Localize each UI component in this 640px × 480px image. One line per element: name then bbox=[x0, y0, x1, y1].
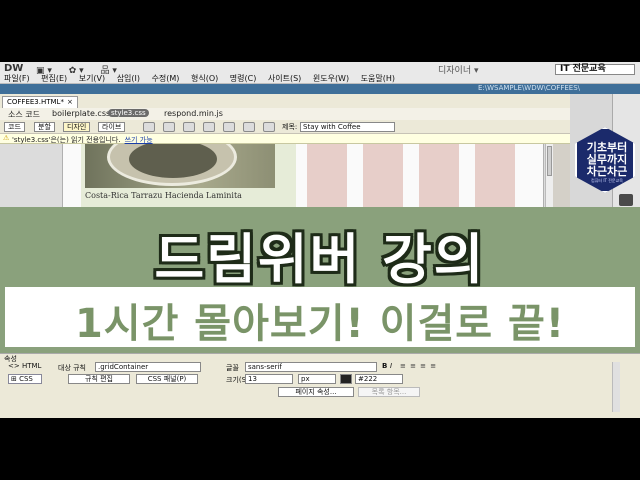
file-management-icon[interactable] bbox=[183, 122, 195, 132]
design-view[interactable]: Costa-Rica Tarrazu Hacienda Laminita bbox=[0, 144, 553, 210]
italic-button[interactable]: I bbox=[390, 362, 392, 370]
w3c-validation-icon[interactable] bbox=[203, 122, 215, 132]
menu-view[interactable]: 보기(V) bbox=[79, 74, 105, 83]
list-item-button[interactable]: 목록 항목... bbox=[358, 387, 420, 397]
color-swatch[interactable] bbox=[340, 374, 352, 384]
font-select[interactable]: sans-serif bbox=[245, 362, 377, 372]
code-view-button[interactable]: 코드 bbox=[4, 122, 25, 132]
path-bar: E:\WSAMPLE\WDW\COFFEES\ bbox=[0, 84, 640, 94]
info-message-text: 'style3.css'은(는) 읽기 전용입니다. bbox=[12, 136, 121, 144]
menu-help[interactable]: 도움말(H) bbox=[361, 74, 395, 83]
unit-select[interactable]: px bbox=[298, 374, 336, 384]
document-tabs: COFFEE3.HTML* × bbox=[0, 94, 570, 108]
visual-aids-icon[interactable] bbox=[243, 122, 255, 132]
menu-bar: DW ▣ ▾ ✿ ▾ 品 ▾ 디자이너 ▾ IT 전문교육 파일(F) 편집(E… bbox=[0, 62, 640, 84]
title-label: 제목: bbox=[282, 123, 298, 131]
grid-column-photo[interactable]: Costa-Rica Tarrazu Hacienda Laminita bbox=[81, 144, 296, 210]
menu-insert[interactable]: 삽입(I) bbox=[117, 74, 140, 83]
close-icon[interactable]: × bbox=[67, 98, 73, 106]
menu-site[interactable]: 사이트(S) bbox=[268, 74, 301, 83]
course-tag: IT 전문교육 bbox=[555, 64, 635, 75]
scrollbar-thumb[interactable] bbox=[547, 146, 552, 176]
info-bar: ⚠ 'style3.css'은(는) 읽기 전용입니다. 쓰기 가능 bbox=[0, 134, 570, 144]
grid-column-guide bbox=[363, 144, 403, 210]
font-label: 글꼴 bbox=[226, 364, 239, 372]
badge-line-3: 차근차근 bbox=[586, 165, 628, 178]
file-path: E:\WSAMPLE\WDW\COFFEES\ bbox=[477, 84, 580, 92]
page-canvas[interactable]: Costa-Rica Tarrazu Hacienda Laminita bbox=[62, 144, 544, 210]
make-writable-link[interactable]: 쓰기 가능 bbox=[125, 136, 153, 144]
grid-column-guide bbox=[419, 144, 459, 210]
app-window: DW ▣ ▾ ✿ ▾ 品 ▾ 디자이너 ▾ IT 전문교육 파일(F) 편집(E… bbox=[0, 62, 640, 418]
edit-rule-button[interactable]: 규칙 편집 bbox=[68, 374, 130, 384]
headline-sub: 1시간 몰아보기! 이걸로 끝! bbox=[74, 301, 566, 347]
headline-sub-box: 1시간 몰아보기! 이걸로 끝! bbox=[5, 287, 635, 347]
related-file-boilerplate[interactable]: boilerplate.css bbox=[52, 109, 110, 118]
menu-edit[interactable]: 편집(E) bbox=[41, 74, 67, 83]
related-file-source[interactable]: 소스 코드 bbox=[8, 109, 40, 120]
related-file-respond[interactable]: respond.min.js bbox=[164, 109, 223, 118]
related-file-style3[interactable]: style3.css bbox=[108, 109, 149, 117]
warning-icon: ⚠ bbox=[3, 134, 10, 142]
grid-column-guide bbox=[307, 144, 347, 210]
align-icons[interactable]: ≡ ≡ ≡ ≡ bbox=[400, 362, 437, 370]
css-panel-button[interactable]: CSS 패널(P) bbox=[136, 374, 198, 384]
color-input[interactable]: #222 bbox=[355, 374, 403, 384]
multiscreen-icon[interactable] bbox=[143, 122, 155, 132]
coffee-cup-image[interactable] bbox=[85, 144, 275, 188]
related-files-bar: 소스 코드 boilerplate.css style3.css respond… bbox=[0, 108, 570, 120]
image-caption[interactable]: Costa-Rica Tarrazu Hacienda Laminita bbox=[85, 191, 242, 200]
preview-browser-icon[interactable] bbox=[163, 122, 175, 132]
menu-file[interactable]: 파일(F) bbox=[4, 74, 30, 83]
target-rule-label: 대상 규칙 bbox=[58, 364, 86, 372]
design-view-button[interactable]: 디자인 bbox=[63, 122, 91, 132]
title-input[interactable]: Stay with Coffee bbox=[300, 122, 395, 132]
css-mode-button[interactable]: ⊞ CSS bbox=[8, 374, 42, 384]
menu-format[interactable]: 형식(O) bbox=[191, 74, 218, 83]
main-menu: 파일(F) 편집(E) 보기(V) 삽입(I) 수정(M) 형식(O) 명령(C… bbox=[4, 73, 404, 84]
document-tab-label: COFFEE3.HTML* bbox=[7, 98, 64, 106]
grid-column-guide bbox=[475, 144, 515, 210]
target-rule-select[interactable]: .gridContainer bbox=[95, 362, 201, 372]
refresh-icon[interactable] bbox=[263, 122, 275, 132]
workspace-switcher[interactable]: 디자이너 ▾ bbox=[438, 63, 479, 76]
vertical-scrollbar[interactable] bbox=[545, 144, 553, 210]
split-view-button[interactable]: 분할 bbox=[34, 122, 55, 132]
document-toolbar: 코드 분할 디자인 라이브 제목: Stay with Coffee bbox=[0, 120, 570, 134]
live-view-button[interactable]: 라이브 bbox=[98, 122, 126, 132]
files-panel-icon[interactable] bbox=[619, 194, 633, 206]
document-tab[interactable]: COFFEE3.HTML* × bbox=[2, 96, 78, 108]
headline-main: 드림위버 강의 bbox=[154, 228, 486, 291]
properties-panel: 속성 <> HTML ⊞ CSS 대상 규칙 .gridContainer 규칙… bbox=[0, 353, 640, 418]
size-select[interactable]: 13 bbox=[245, 374, 293, 384]
badge-text: 기초부터 실무까지 차근차근 컴퓨터 IT 전문교육 bbox=[577, 142, 635, 184]
menu-modify[interactable]: 수정(M) bbox=[152, 74, 180, 83]
title-banner: 드림위버 강의 1시간 몰아보기! 이걸로 끝! bbox=[0, 207, 640, 353]
bold-button[interactable]: B bbox=[382, 362, 387, 370]
check-browser-icon[interactable] bbox=[223, 122, 235, 132]
page-properties-button[interactable]: 페이지 속성... bbox=[278, 387, 354, 397]
menu-window[interactable]: 윈도우(W) bbox=[313, 74, 349, 83]
menu-commands[interactable]: 명령(C) bbox=[230, 74, 257, 83]
html-mode-button[interactable]: <> HTML bbox=[8, 362, 41, 370]
properties-scrollbar[interactable] bbox=[612, 362, 620, 412]
